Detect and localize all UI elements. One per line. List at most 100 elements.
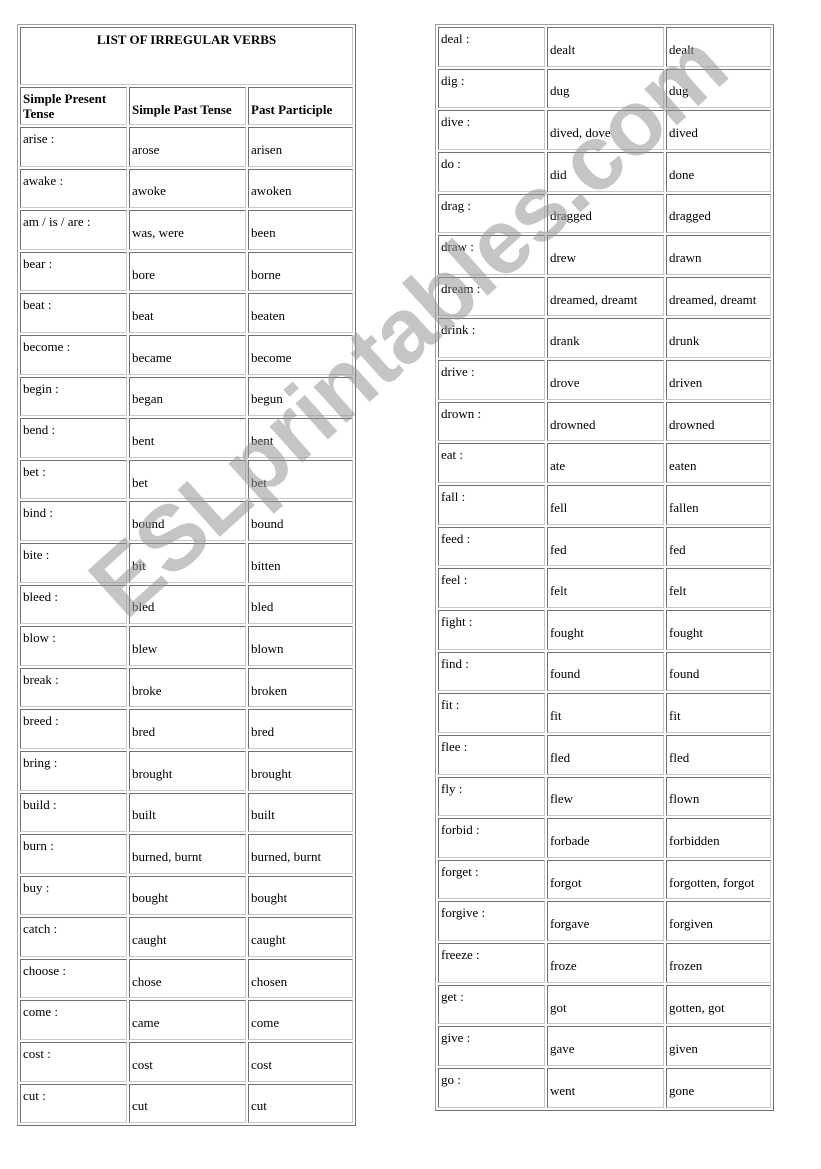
present-cell: drown : xyxy=(438,401,545,442)
present-cell: am / is / are : xyxy=(20,210,127,250)
present-cell: drink : xyxy=(438,318,545,359)
present-cell: fit : xyxy=(438,693,545,733)
present-cell: blow : xyxy=(20,626,127,666)
past-cell: flew xyxy=(546,776,665,817)
past-cell: got xyxy=(546,984,665,1025)
table-row: drive : drove driven xyxy=(438,360,771,400)
participle-cell: forgiven xyxy=(666,901,771,942)
past-cell: fled xyxy=(546,734,665,775)
present-cell: dive : xyxy=(438,110,545,150)
past-cell: broke xyxy=(128,667,247,708)
participle-cell: become xyxy=(248,334,353,375)
table-row: bring : brought brought xyxy=(20,750,353,791)
participle-cell: dreamed, dreamt xyxy=(666,276,771,317)
past-cell: bit xyxy=(128,542,247,583)
present-cell: dream : xyxy=(438,276,545,317)
present-cell: catch : xyxy=(20,917,127,957)
table-row: catch : caught caught xyxy=(20,917,353,957)
past-cell: found xyxy=(546,651,665,692)
participle-cell: bet xyxy=(248,459,353,500)
past-cell: dragged xyxy=(546,193,665,234)
present-cell: draw : xyxy=(438,235,545,275)
past-cell: was, were xyxy=(128,210,247,250)
present-cell: deal : xyxy=(438,27,545,67)
present-cell: find : xyxy=(438,651,545,692)
table-row: am / is / are : was, were been xyxy=(20,210,353,250)
present-cell: build : xyxy=(20,792,127,833)
present-cell: awake : xyxy=(20,168,127,209)
participle-cell: bled xyxy=(248,584,353,625)
participle-cell: begun xyxy=(248,376,353,417)
table-row: dive : dived, dove dived xyxy=(438,110,771,150)
header-simple-present: Simple Present Tense xyxy=(20,87,127,125)
present-cell: drag : xyxy=(438,193,545,234)
table-row: beat : beat beaten xyxy=(20,293,353,333)
present-cell: bet : xyxy=(20,459,127,500)
past-cell: bought xyxy=(128,875,247,916)
present-cell: breed : xyxy=(20,709,127,749)
participle-cell: flown xyxy=(666,776,771,817)
participle-cell: arisen xyxy=(248,127,353,167)
past-cell: dived, dove xyxy=(546,110,665,150)
participle-cell: fallen xyxy=(666,485,771,525)
present-cell: bear : xyxy=(20,251,127,292)
participle-cell: come xyxy=(248,1000,353,1041)
past-cell: bore xyxy=(128,251,247,292)
past-cell: beat xyxy=(128,293,247,333)
past-cell: fought xyxy=(546,609,665,650)
table-row: bear : bore borne xyxy=(20,251,353,292)
participle-cell: chosen xyxy=(248,958,353,999)
past-cell: awoke xyxy=(128,168,247,209)
table-row: break : broke broken xyxy=(20,667,353,708)
table-row: arise : arose arisen xyxy=(20,127,353,167)
table-row: give : gave given xyxy=(438,1026,771,1067)
participle-cell: given xyxy=(666,1026,771,1067)
past-cell: began xyxy=(128,376,247,417)
participle-cell: fed xyxy=(666,526,771,567)
past-cell: caught xyxy=(128,917,247,957)
present-cell: buy : xyxy=(20,875,127,916)
participle-cell: cost xyxy=(248,1042,353,1082)
participle-cell: gone xyxy=(666,1068,771,1108)
present-cell: eat : xyxy=(438,443,545,484)
table-row: bind : bound bound xyxy=(20,501,353,541)
past-cell: chose xyxy=(128,958,247,999)
present-cell: arise : xyxy=(20,127,127,167)
participle-cell: dug xyxy=(666,68,771,109)
table-row: awake : awoke awoken xyxy=(20,168,353,209)
present-cell: cut : xyxy=(20,1083,127,1124)
table-row: fit : fit fit xyxy=(438,693,771,733)
past-cell: drowned xyxy=(546,401,665,442)
table-row: fight : fought fought xyxy=(438,609,771,650)
past-cell: arose xyxy=(128,127,247,167)
table-row: dream : dreamed, dreamt dreamed, dreamt xyxy=(438,276,771,317)
present-cell: flee : xyxy=(438,734,545,775)
present-cell: go : xyxy=(438,1068,545,1108)
participle-cell: driven xyxy=(666,360,771,400)
present-cell: forget : xyxy=(438,859,545,900)
table-row: become : became become xyxy=(20,334,353,375)
present-cell: begin : xyxy=(20,376,127,417)
participle-cell: drawn xyxy=(666,235,771,275)
participle-cell: done xyxy=(666,151,771,192)
table-row: draw : drew drawn xyxy=(438,235,771,275)
present-cell: beat : xyxy=(20,293,127,333)
participle-cell: frozen xyxy=(666,943,771,983)
table-row: build : built built xyxy=(20,792,353,833)
participle-cell: dragged xyxy=(666,193,771,234)
participle-cell: brought xyxy=(248,750,353,791)
present-cell: bend : xyxy=(20,418,127,458)
past-cell: felt xyxy=(546,568,665,608)
past-cell: bound xyxy=(128,501,247,541)
participle-cell: burned, burnt xyxy=(248,834,353,874)
header-simple-past: Simple Past Tense xyxy=(128,87,247,125)
past-cell: fed xyxy=(546,526,665,567)
present-cell: choose : xyxy=(20,958,127,999)
table-row: choose : chose chosen xyxy=(20,958,353,999)
present-cell: feed : xyxy=(438,526,545,567)
table-row: buy : bought bought xyxy=(20,875,353,916)
present-cell: freeze : xyxy=(438,943,545,983)
present-cell: bleed : xyxy=(20,584,127,625)
past-cell: burned, burnt xyxy=(128,834,247,874)
participle-cell: built xyxy=(248,792,353,833)
